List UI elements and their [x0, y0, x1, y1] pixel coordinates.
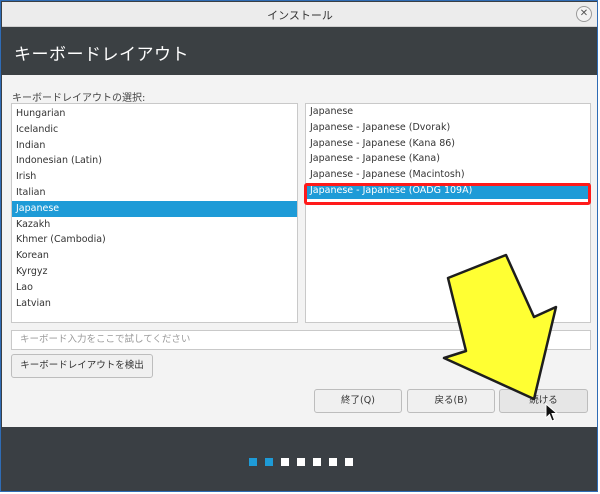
detect-layout-button[interactable]: キーボードレイアウトを検出	[11, 354, 153, 378]
layout-selection-label: キーボードレイアウトの選択:	[12, 93, 146, 104]
list-item[interactable]: Japanese - Japanese (Dvorak)	[306, 120, 590, 136]
list-item[interactable]: Hungarian	[12, 106, 297, 122]
progress-dot	[297, 458, 305, 466]
list-item[interactable]: Korean	[12, 248, 297, 264]
selection-highlight-annotation	[304, 183, 591, 205]
list-item[interactable]: Khmer (Cambodia)	[12, 232, 297, 248]
list-item[interactable]: Japanese	[306, 104, 590, 120]
list-item[interactable]: Italian	[12, 185, 297, 201]
list-item[interactable]: Lao	[12, 280, 297, 296]
layout-variant-list[interactable]: Japanese Japanese - Japanese (Dvorak) Japa…	[305, 103, 591, 323]
list-item[interactable]: Indonesian (Latin)	[12, 153, 297, 169]
list-item[interactable]: Japanese	[12, 200, 297, 217]
list-item[interactable]: Kyrgyz	[12, 264, 297, 280]
progress-dot	[265, 458, 273, 466]
back-button[interactable]: 戻る(B)	[407, 389, 495, 413]
progress-dot	[249, 458, 257, 466]
close-icon[interactable]: ✕	[576, 6, 592, 22]
list-item[interactable]: Irish	[12, 169, 297, 185]
main-content: キーボードレイアウトの選択: Hungarian Icelandic Indian I…	[2, 75, 597, 427]
mouse-pointer-icon	[545, 403, 559, 422]
list-item[interactable]: Latvian	[12, 296, 297, 312]
layout-language-list[interactable]: Hungarian Icelandic Indian Indonesian (Lati…	[11, 103, 298, 323]
installer-window: インストール ✕ キーボードレイアウト キーボードレイアウトの選択: Hunga…	[0, 0, 598, 492]
progress-footer	[2, 427, 597, 491]
window-title: インストール	[267, 9, 333, 22]
progress-dot	[281, 458, 289, 466]
progress-dot	[313, 458, 321, 466]
progress-dot	[329, 458, 337, 466]
list-item[interactable]: Japanese - Japanese (Kana)	[306, 151, 590, 167]
list-item[interactable]: Icelandic	[12, 122, 297, 138]
title-bar: インストール ✕	[2, 2, 597, 27]
continue-button[interactable]: 続ける	[499, 389, 588, 413]
quit-button[interactable]: 終了(Q)	[314, 389, 402, 413]
page-header: キーボードレイアウト	[2, 27, 597, 75]
keyboard-test-input[interactable]: キーボード入力をここで試してください	[11, 330, 591, 350]
page-title: キーボードレイアウト	[14, 45, 189, 65]
list-item[interactable]: Kazakh	[12, 217, 297, 233]
list-item[interactable]: Indian	[12, 138, 297, 154]
list-item[interactable]: Japanese - Japanese (Macintosh)	[306, 167, 590, 183]
progress-dot	[345, 458, 353, 466]
list-item[interactable]: Japanese - Japanese (Kana 86)	[306, 136, 590, 152]
